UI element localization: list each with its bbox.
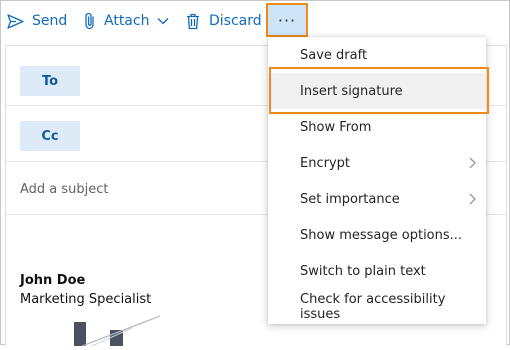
ellipsis-icon: ··· [277, 10, 297, 30]
chevron-right-icon [469, 157, 476, 173]
menu-item-label: Set importance [300, 191, 400, 207]
send-button[interactable]: Send [7, 8, 67, 34]
signature-logo-image [72, 314, 166, 347]
more-options-button[interactable]: ··· [266, 3, 308, 37]
send-label: Send [32, 13, 68, 29]
discard-label: Discard [209, 13, 262, 29]
cc-button[interactable]: Cc [20, 121, 80, 151]
menu-item-show-message-options[interactable]: Show message options... [268, 217, 486, 253]
menu-item-label: Show From [300, 119, 372, 135]
signature-title: Marketing Specialist [20, 292, 152, 307]
menu-item-switch-to-plain-text[interactable]: Switch to plain text [268, 253, 486, 289]
menu-item-encrypt[interactable]: Encrypt [268, 145, 486, 181]
to-button[interactable]: To [20, 66, 80, 96]
chevron-right-icon [469, 193, 476, 209]
menu-item-set-importance[interactable]: Set importance [268, 181, 486, 217]
discard-button[interactable]: Discard [186, 8, 262, 34]
send-icon [7, 13, 24, 29]
menu-item-label: Show message options... [300, 227, 463, 243]
chevron-down-icon[interactable] [157, 17, 169, 25]
menu-item-label: Encrypt [300, 155, 350, 171]
signature-name: John Doe [20, 273, 86, 288]
menu-item-check-accessibility[interactable]: Check for accessibility issues [268, 289, 486, 325]
insert-signature-highlight-outline [269, 67, 489, 114]
attach-button[interactable]: Attach [84, 8, 169, 34]
trash-icon [186, 13, 200, 30]
menu-item-label: Save draft [300, 47, 368, 63]
attach-label: Attach [104, 13, 150, 29]
menu-item-show-from[interactable]: Show From [268, 109, 486, 145]
paperclip-icon [84, 12, 96, 30]
subject-input[interactable]: Add a subject [20, 182, 109, 197]
menu-item-label: Switch to plain text [300, 263, 426, 279]
menu-item-label: Check for accessibility issues [300, 292, 446, 322]
